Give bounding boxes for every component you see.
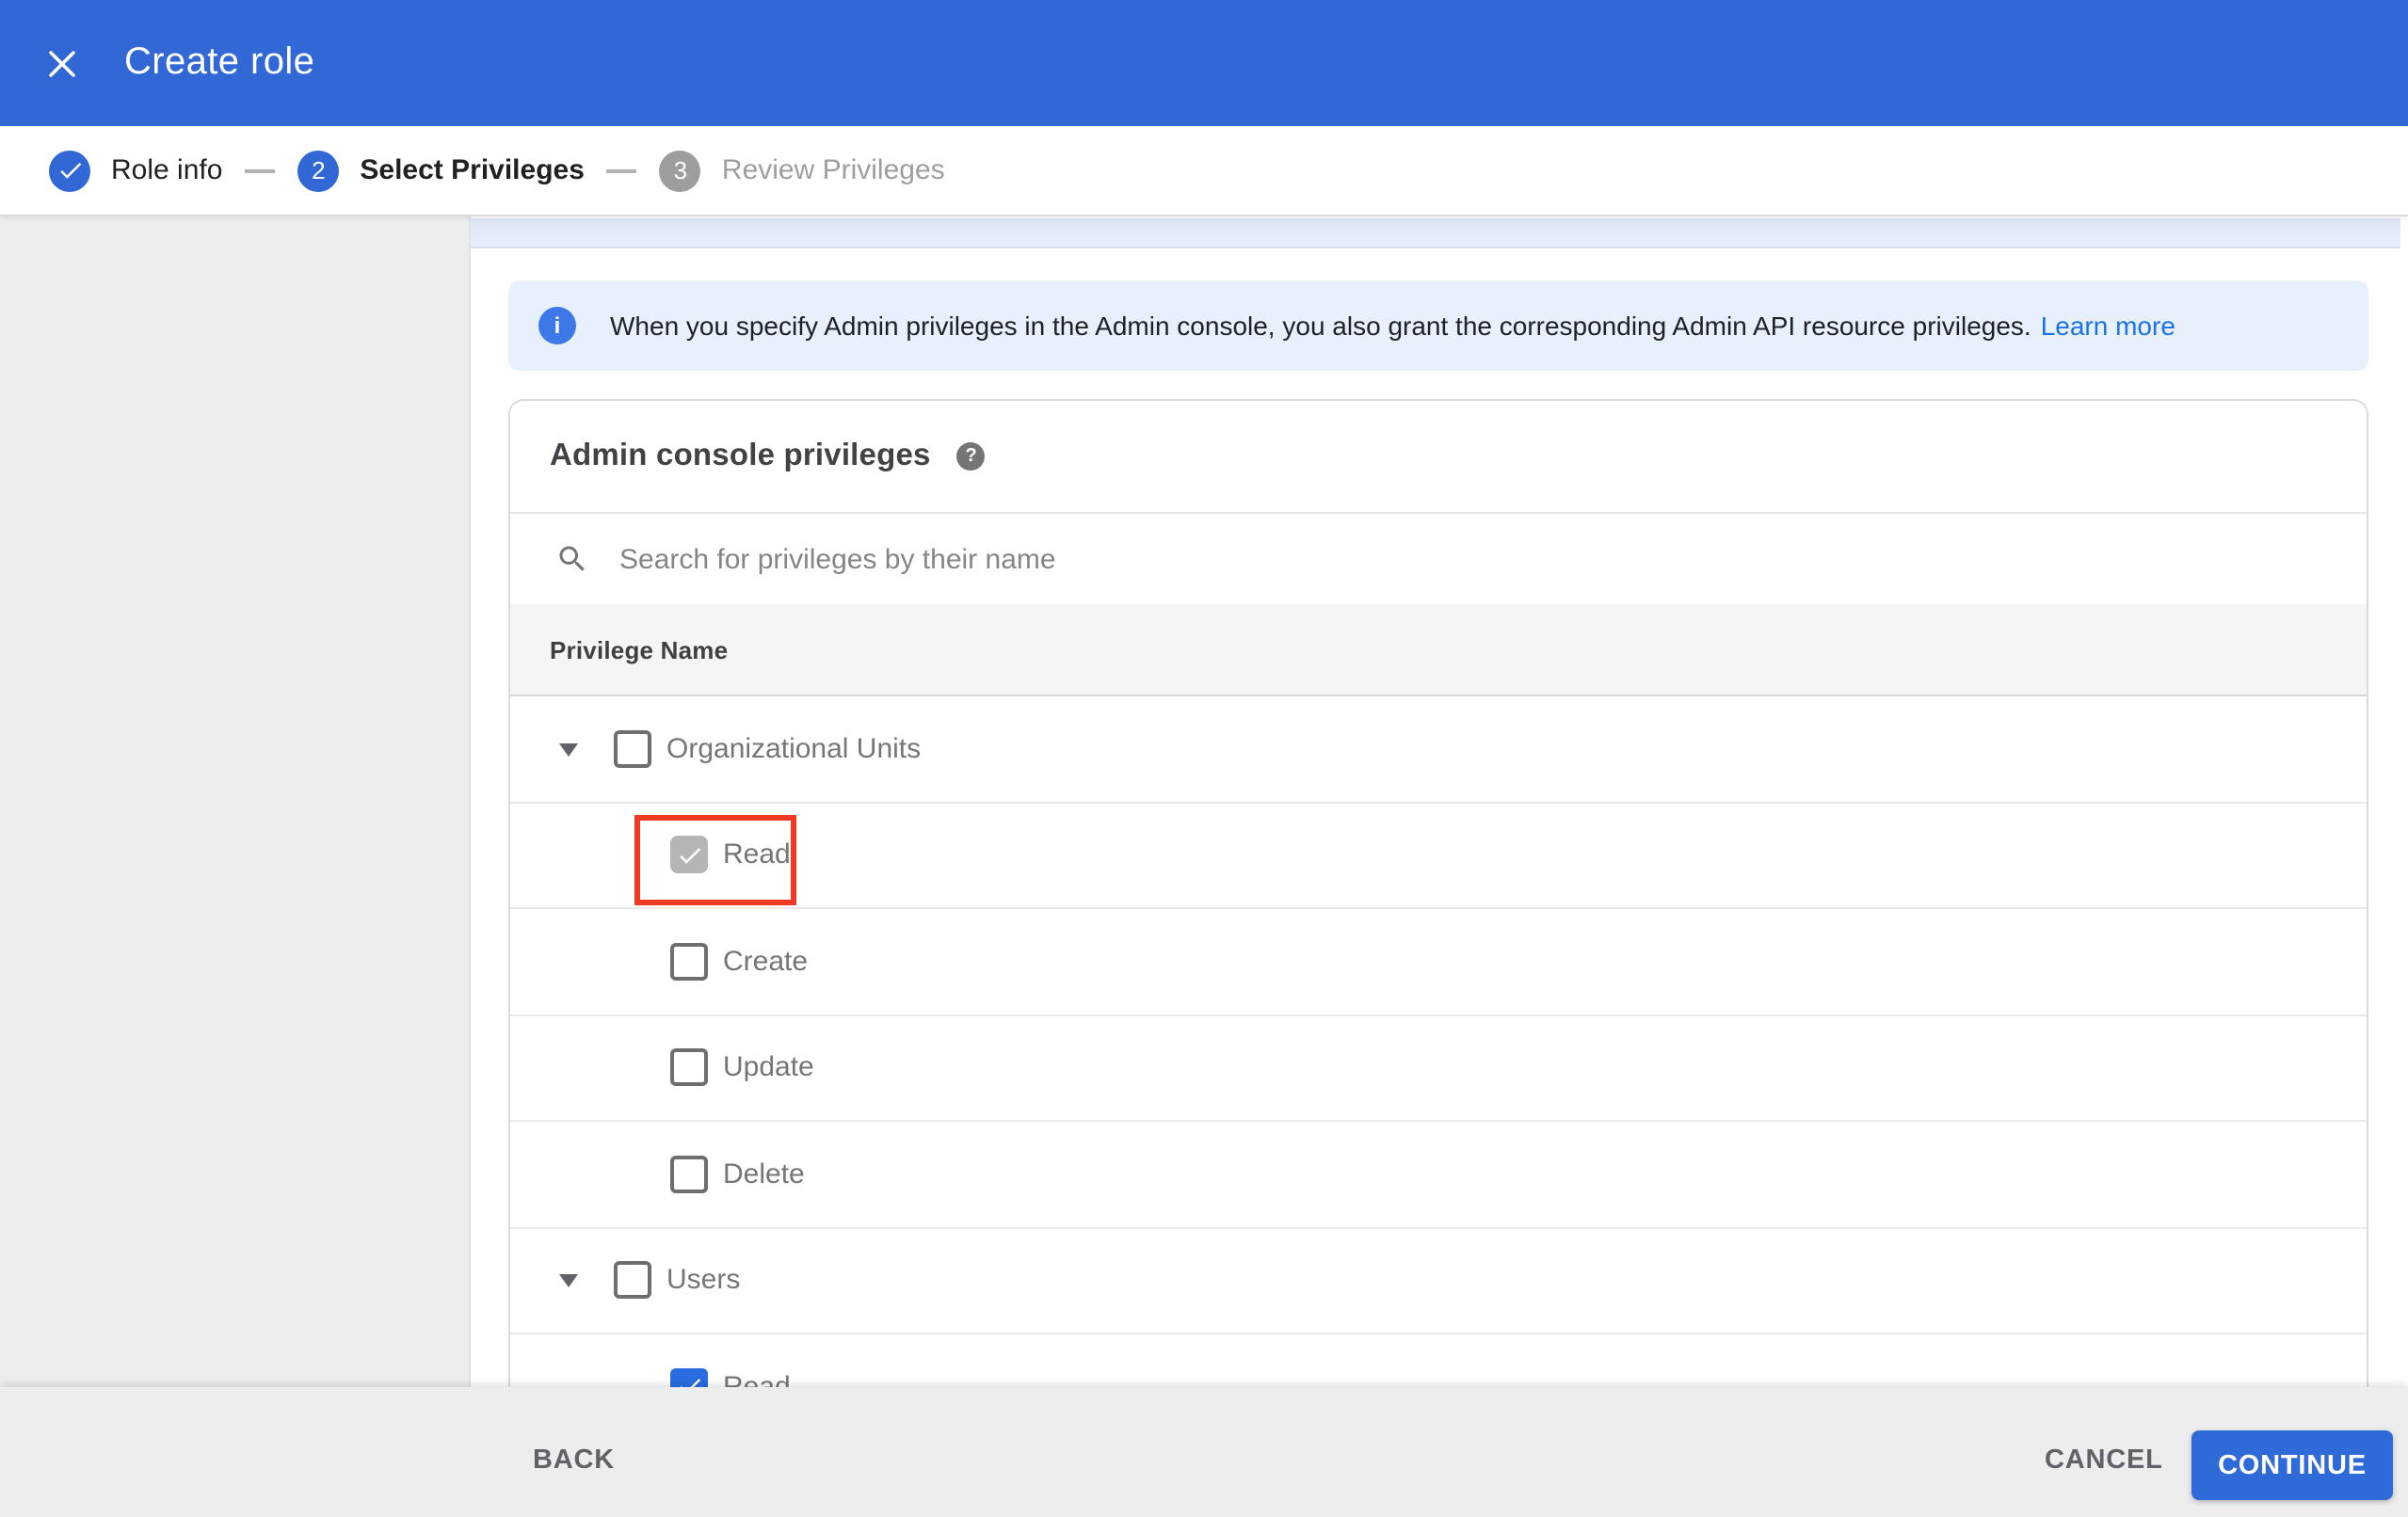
privilege-label: Read xyxy=(723,838,791,871)
info-banner: i When you specify Admin privileges in t… xyxy=(508,280,2368,371)
stepper: Role info 2 Select Privileges 3 Review Privi… xyxy=(0,126,2408,216)
create-role-dialog: Create role Role info 2 Select Privileges 3… xyxy=(0,0,2408,1517)
step-connector xyxy=(245,168,276,172)
step-label: Review Privileges xyxy=(721,154,945,186)
privilege-row-update: Update xyxy=(510,1015,2367,1122)
step-number-badge: 3 xyxy=(659,150,701,191)
search-row xyxy=(510,514,2367,604)
privilege-checkbox-delete[interactable] xyxy=(670,1155,708,1193)
privilege-checkbox-update[interactable] xyxy=(670,1048,708,1087)
cancel-button[interactable]: CANCEL xyxy=(2045,1445,2163,1476)
dialog-title: Create role xyxy=(124,41,315,83)
step-completed-check-icon xyxy=(49,150,90,191)
step-label: Select Privileges xyxy=(360,154,585,186)
card-title: Admin console privileges xyxy=(550,439,931,472)
privilege-checkbox-users[interactable] xyxy=(614,1261,651,1300)
privilege-row-organizational-units: Organizational Units xyxy=(510,696,2367,803)
privilege-checkbox-read[interactable] xyxy=(670,836,708,874)
info-icon: i xyxy=(538,307,576,344)
scrolled-content-strip xyxy=(471,218,2400,248)
admin-privileges-card: Admin console privileges ? Privilege Nam… xyxy=(508,399,2368,1438)
stepper-step-select-privileges[interactable]: 2 Select Privileges xyxy=(297,150,585,191)
privilege-label: Users xyxy=(666,1264,741,1297)
privilege-row-delete: Delete xyxy=(510,1122,2367,1228)
step-connector xyxy=(606,168,637,172)
search-input[interactable] xyxy=(616,541,1753,577)
privilege-label: Delete xyxy=(723,1158,805,1190)
close-button[interactable] xyxy=(24,25,100,101)
expand-collapse-arrow-icon[interactable] xyxy=(559,1274,578,1288)
column-header-privilege-name: Privilege Name xyxy=(550,635,729,663)
table-header: Privilege Name xyxy=(510,604,2367,696)
check-icon xyxy=(59,162,81,179)
close-icon xyxy=(49,50,75,76)
privilege-checkbox-create[interactable] xyxy=(670,942,708,981)
privilege-row-read: Read xyxy=(510,803,2367,909)
card-title-row: Admin console privileges ? xyxy=(510,401,2367,514)
step-label: Role info xyxy=(111,154,223,186)
privilege-label: Update xyxy=(723,1051,814,1084)
privilege-row-users: Users xyxy=(510,1228,2367,1334)
privilege-label: Create xyxy=(723,945,809,978)
stepper-step-review-privileges[interactable]: 3 Review Privileges xyxy=(659,150,945,191)
learn-more-link[interactable]: Learn more xyxy=(2041,311,2175,341)
privilege-label: Organizational Units xyxy=(666,732,922,765)
privileges-table-body: Organizational Units Read Create Update Dele… xyxy=(510,696,2367,1438)
info-banner-text: When you specify Admin privileges in the… xyxy=(610,311,2031,341)
privilege-checkbox-organizational-units[interactable] xyxy=(614,729,651,768)
continue-button[interactable]: CONTINUE xyxy=(2191,1430,2393,1500)
left-sidebar xyxy=(0,216,471,1517)
step-number-badge: 2 xyxy=(297,150,340,191)
help-icon[interactable]: ? xyxy=(956,442,986,471)
search-icon xyxy=(559,546,585,571)
check-icon xyxy=(679,847,700,864)
stepper-step-role-info[interactable]: Role info xyxy=(49,150,222,191)
expand-collapse-arrow-icon[interactable] xyxy=(559,743,578,757)
privilege-row-create: Create xyxy=(510,909,2367,1015)
app-bar: Create role xyxy=(0,0,2408,126)
back-button[interactable]: BACK xyxy=(533,1445,615,1476)
